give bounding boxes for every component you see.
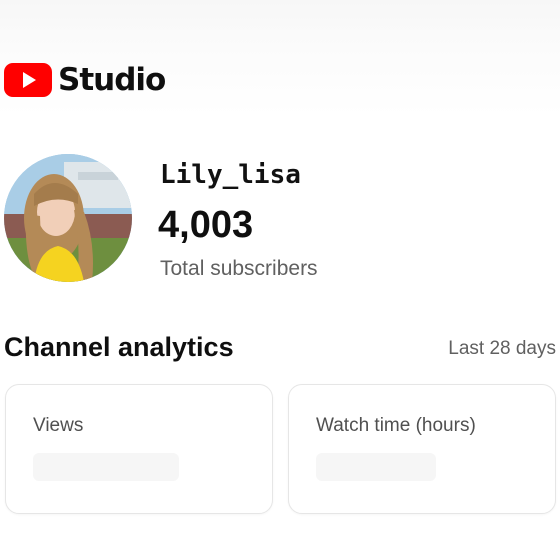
watch-time-value-placeholder <box>316 453 436 481</box>
avatar-image <box>4 154 132 282</box>
watch-time-label: Watch time (hours) <box>316 415 476 436</box>
youtube-play-icon <box>4 63 52 97</box>
studio-logo[interactable]: Studio <box>4 62 166 98</box>
channel-name: Lily_lisa <box>160 160 301 190</box>
analytics-period[interactable]: Last 28 days <box>448 338 556 360</box>
views-label: Views <box>33 415 84 436</box>
app-header: Studio <box>0 0 560 116</box>
logo-text: Studio <box>58 62 166 98</box>
subscriber-count: 4,003 <box>158 204 254 246</box>
analytics-title: Channel analytics <box>4 332 234 362</box>
views-card[interactable]: Views <box>5 384 273 514</box>
views-value-placeholder <box>33 453 179 481</box>
channel-avatar[interactable] <box>4 154 132 282</box>
subscriber-label: Total subscribers <box>160 257 318 280</box>
watch-time-card[interactable]: Watch time (hours) <box>288 384 556 514</box>
